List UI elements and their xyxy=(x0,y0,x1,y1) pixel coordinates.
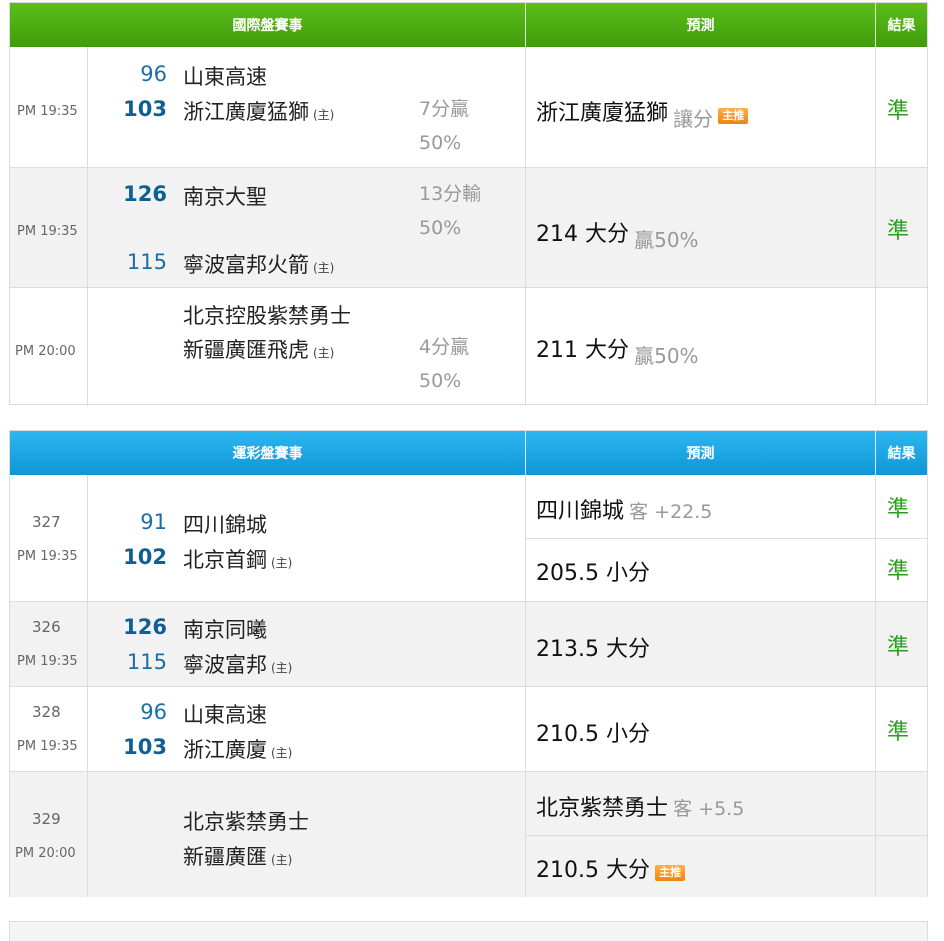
spread-result: 4分贏 50% xyxy=(419,330,469,398)
prediction-main: 210.5 大分 xyxy=(536,858,650,883)
prediction-main: 214 大分 xyxy=(536,222,629,247)
host-mark: (主) xyxy=(271,661,293,675)
home-score: 115 xyxy=(126,250,167,274)
prediction: 211 大分 贏50% xyxy=(536,332,699,368)
spread-line: 4分贏 xyxy=(419,336,470,358)
away-team: 北京紫禁勇士 xyxy=(183,810,309,834)
lottery-header: 運彩盤賽事 預測 結果 xyxy=(10,431,927,475)
spread-line: 7分贏 xyxy=(419,98,470,120)
table-row[interactable]: 328 PM 19:35 96 103 山東高速 浙江廣廈 (主) 210.5 小… xyxy=(10,686,927,771)
away-score: 126 xyxy=(123,182,167,206)
result-mark: 準 xyxy=(887,219,910,244)
game-number: 326 xyxy=(32,618,61,636)
game-time: PM 20:00 xyxy=(15,344,76,359)
prediction-sub: 讓分 xyxy=(673,107,714,131)
home-team: 寧波富邦 xyxy=(183,653,267,677)
prediction: 214 大分 贏50% xyxy=(536,216,699,252)
home-team: 新疆廣匯 xyxy=(183,845,267,869)
prediction-main: 浙江廣廈猛獅 xyxy=(536,101,669,126)
table-row[interactable]: PM 19:35 96 103 山東高速 浙江廣廈猛獅 (主) 7分贏 50% 浙江… xyxy=(10,47,927,167)
lottery-header-game: 運彩盤賽事 xyxy=(10,431,526,475)
spread-percent: 50% xyxy=(419,132,462,154)
game-number: 328 xyxy=(32,703,61,721)
spread-percent: 50% xyxy=(419,370,462,392)
home-team: 北京首鋼 xyxy=(183,548,267,572)
intl-table: 國際盤賽事 預測 結果 PM 19:35 96 103 山東高速 浙江廣廈猛獅 (… xyxy=(9,2,928,406)
lottery-header-result: 結果 xyxy=(887,446,916,462)
intl-header-pred: 預測 xyxy=(526,3,876,47)
spread-line: 13分輸 xyxy=(419,183,482,205)
game-time: PM 19:35 xyxy=(17,104,78,119)
prediction-sub: 客 +22.5 xyxy=(629,501,713,523)
table-row[interactable]: PM 20:00 北京控股紫禁勇士 新疆廣匯飛虎 (主) 4分贏 50% 211 大… xyxy=(10,287,927,406)
away-team: 北京控股紫禁勇士 xyxy=(183,304,351,328)
host-mark: (主) xyxy=(313,108,335,122)
intl-header-result: 結果 xyxy=(887,18,916,34)
prediction-main: 北京紫禁勇士 xyxy=(536,796,669,821)
away-team: 山東高速 xyxy=(183,703,267,727)
prediction-sub: 贏50% xyxy=(634,344,699,368)
host-mark: (主) xyxy=(271,853,293,867)
prediction-main: 210.5 小分 xyxy=(536,722,650,747)
lottery-header-pred: 預測 xyxy=(526,431,876,475)
home-score: 103 xyxy=(123,735,167,759)
intl-header: 國際盤賽事 預測 結果 xyxy=(10,3,927,47)
lottery-table: 運彩盤賽事 預測 結果 327 PM 19:35 91 102 四川錦城 北京首… xyxy=(9,430,928,897)
prediction-main: 211 大分 xyxy=(536,338,629,363)
result-mark: 準 xyxy=(887,99,910,124)
recommend-badge: 主推 xyxy=(718,107,749,124)
game-time: PM 19:35 xyxy=(17,654,78,669)
bottom-bar xyxy=(9,921,928,941)
spread-percent: 50% xyxy=(419,217,462,239)
host-mark: (主) xyxy=(313,261,335,275)
table-row[interactable]: 329 PM 20:00 北京紫禁勇士 新疆廣匯 (主) 北京紫禁勇士 客 +5.… xyxy=(10,771,927,897)
prediction: 210.5 大分 主推 xyxy=(536,852,686,884)
table-row[interactable]: 327 PM 19:35 91 102 四川錦城 北京首鋼 (主) 四川錦城 客 … xyxy=(10,475,927,601)
result-mark: 準 xyxy=(887,720,910,745)
away-team: 南京同曦 xyxy=(183,618,267,642)
prediction: 浙江廣廈猛獅 讓分 主推 xyxy=(536,95,749,131)
host-mark: (主) xyxy=(271,556,293,570)
game-time: PM 20:00 xyxy=(15,846,76,861)
game-number: 329 xyxy=(32,810,61,828)
prediction-sub: 客 +5.5 xyxy=(673,798,745,820)
home-score: 115 xyxy=(126,650,167,674)
recommend-badge: 主推 xyxy=(655,864,686,881)
table-row[interactable]: 326 PM 19:35 126 115 南京同曦 寧波富邦 (主) 213.5 … xyxy=(10,601,927,686)
spread-result: 7分贏 50% xyxy=(419,92,469,160)
game-time: PM 19:35 xyxy=(17,739,78,754)
game-time: PM 19:35 xyxy=(17,549,78,564)
prediction-sub: 贏50% xyxy=(634,228,699,252)
result-mark: 準 xyxy=(887,559,910,584)
result-mark: 準 xyxy=(887,635,910,660)
prediction-main: 213.5 大分 xyxy=(536,637,650,662)
away-score: 91 xyxy=(140,510,167,534)
home-score: 102 xyxy=(123,545,167,569)
prediction: 北京紫禁勇士 客 +5.5 xyxy=(536,790,744,822)
home-team: 浙江廣廈 xyxy=(183,738,267,762)
result-mark: 準 xyxy=(887,497,910,522)
home-score: 103 xyxy=(123,97,167,121)
host-mark: (主) xyxy=(313,346,335,360)
away-team: 四川錦城 xyxy=(183,513,267,537)
away-score: 126 xyxy=(123,615,167,639)
game-time: PM 19:35 xyxy=(17,224,78,239)
away-team: 南京大聖 xyxy=(183,185,267,209)
home-team: 新疆廣匯飛虎 xyxy=(183,338,309,362)
home-team: 浙江廣廈猛獅 xyxy=(183,100,309,124)
intl-header-game: 國際盤賽事 xyxy=(10,3,526,47)
prediction-main: 205.5 小分 xyxy=(536,561,650,586)
table-row[interactable]: PM 19:35 126 115 南京大聖 寧波富邦火箭 (主) 13分輸 50% … xyxy=(10,167,927,287)
away-score: 96 xyxy=(140,700,167,724)
away-team: 山東高速 xyxy=(183,65,267,89)
home-team: 寧波富邦火箭 xyxy=(183,253,309,277)
spread-result: 13分輸 50% xyxy=(419,177,481,245)
host-mark: (主) xyxy=(271,746,293,760)
prediction-main: 四川錦城 xyxy=(536,499,625,524)
prediction: 四川錦城 客 +22.5 xyxy=(536,493,712,525)
away-score: 96 xyxy=(140,62,167,86)
game-number: 327 xyxy=(32,513,61,531)
